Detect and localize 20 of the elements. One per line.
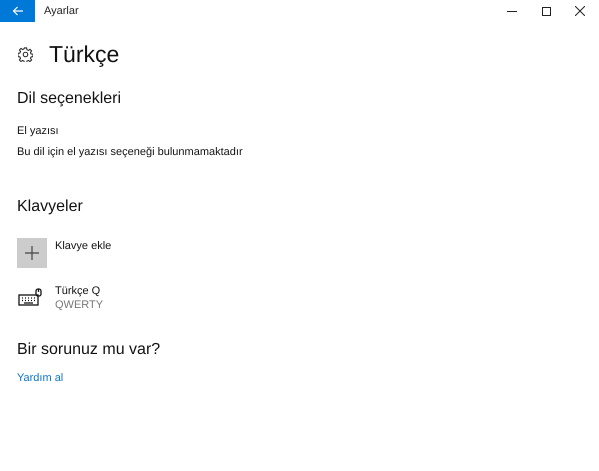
- back-arrow-icon: [12, 6, 24, 16]
- settings-icon: [18, 47, 33, 62]
- close-icon: [575, 6, 585, 16]
- minimize-icon: [507, 10, 517, 12]
- plus-icon: [25, 246, 39, 260]
- section-heading: Bir sorunuz mu var?: [17, 341, 162, 359]
- page-title: Türkçe: [49, 41, 120, 68]
- section-heading: Klavyeler: [17, 198, 84, 216]
- keyboard-icon: [18, 288, 42, 307]
- back-button[interactable]: [0, 0, 35, 22]
- window-title: Ayarlar: [44, 5, 80, 17]
- help-link[interactable]: Yardım al: [17, 372, 64, 384]
- section-heading: Dil seçenekleri: [17, 90, 122, 108]
- maximize-icon: [542, 6, 550, 16]
- handwriting-label: El yazısı: [17, 125, 60, 137]
- keyboard-name[interactable]: Türkçe Q: [55, 285, 104, 297]
- add-keyboard-button[interactable]: [17, 238, 47, 268]
- keyboard-layout: QWERTY: [55, 299, 104, 311]
- handwriting-description: Bu dil için el yazısı seçeneği bulunmamaktadır: [17, 146, 244, 158]
- add-keyboard-label[interactable]: Klavye ekle: [55, 240, 112, 252]
